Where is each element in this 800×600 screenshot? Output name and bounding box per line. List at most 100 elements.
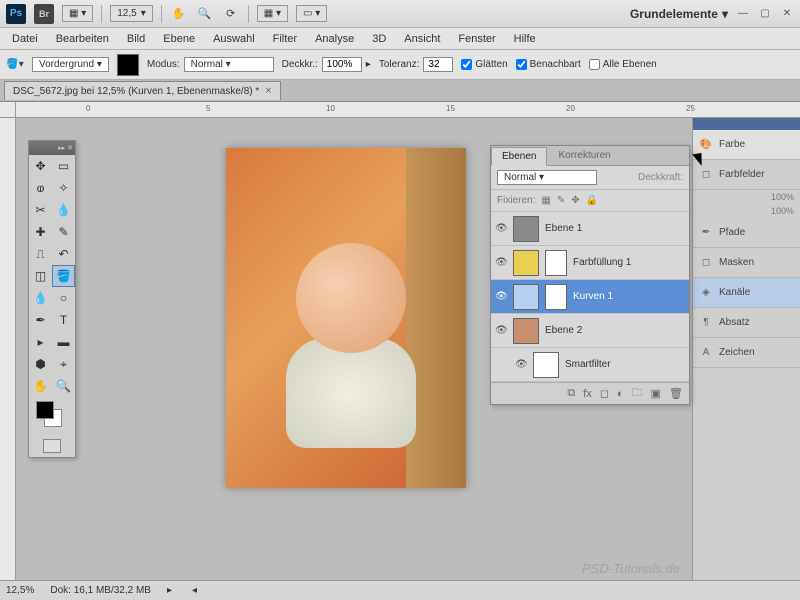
menu-auswahl[interactable]: Auswahl: [205, 30, 263, 48]
brush-tool[interactable]: ✎: [52, 221, 75, 243]
visibility-icon[interactable]: 👁: [495, 223, 507, 235]
layer-mask-thumbnail[interactable]: [545, 284, 567, 310]
layer-name[interactable]: Ebene 1: [545, 223, 582, 234]
bucket-tool[interactable]: 🪣: [52, 265, 75, 287]
layer-thumbnail[interactable]: [513, 284, 539, 310]
layer-blend-select[interactable]: Normal ▾: [497, 170, 597, 185]
dock-header[interactable]: [693, 118, 800, 130]
status-doc-size[interactable]: Dok: 16,1 MB/32,2 MB: [50, 585, 151, 596]
history-brush-tool[interactable]: ↶: [52, 243, 75, 265]
maximize-icon[interactable]: ▢: [758, 7, 772, 21]
lock-pixels-icon[interactable]: ✎: [557, 195, 565, 206]
dock-item-kanäle[interactable]: ◈Kanäle: [693, 278, 800, 308]
tab-ebenen[interactable]: Ebenen: [491, 147, 547, 166]
visibility-icon[interactable]: 👁: [495, 325, 507, 337]
dock-item-pfade[interactable]: ✒Pfade: [693, 218, 800, 248]
rotate-icon[interactable]: ⟳: [222, 5, 240, 23]
layer-name[interactable]: Kurven 1: [573, 291, 613, 302]
menu-filter[interactable]: Filter: [265, 30, 305, 48]
zoom-dropdown[interactable]: 12,5 ▾: [110, 5, 153, 22]
hand-tool[interactable]: ✋: [29, 375, 52, 397]
pattern-swatch[interactable]: [117, 54, 139, 76]
group-icon[interactable]: 🗀: [632, 384, 643, 403]
eyedropper-tool[interactable]: 💧: [52, 199, 75, 221]
close-icon[interactable]: ✕: [780, 7, 794, 21]
path-select-tool[interactable]: ▸: [29, 331, 52, 353]
3d-camera-tool[interactable]: ⌖: [52, 353, 75, 375]
zoom-tool[interactable]: 🔍: [52, 375, 75, 397]
dock-item-absatz[interactable]: ¶Absatz: [693, 308, 800, 338]
layer-name[interactable]: Ebene 2: [545, 325, 582, 336]
lock-transparency-icon[interactable]: ▦: [541, 195, 550, 206]
menu-ebene[interactable]: Ebene: [155, 30, 203, 48]
pen-tool[interactable]: ✒: [29, 309, 52, 331]
3d-tool[interactable]: ⬢: [29, 353, 52, 375]
tab-korrekturen[interactable]: Korrekturen: [547, 146, 621, 165]
document-canvas[interactable]: [226, 148, 466, 488]
opacity-input[interactable]: [322, 57, 362, 72]
layer-thumbnail[interactable]: [513, 318, 539, 344]
menu-bearbeiten[interactable]: Bearbeiten: [48, 30, 117, 48]
status-arrow-icon[interactable]: ▸: [167, 585, 172, 596]
visibility-icon[interactable]: 👁: [515, 359, 527, 371]
eraser-tool[interactable]: ◫: [29, 265, 52, 287]
dock-item-farbe[interactable]: 🎨Farbe: [693, 130, 800, 160]
menu-3d[interactable]: 3D: [364, 30, 394, 48]
toolbox-header[interactable]: ▸▸✕: [29, 141, 75, 155]
layer-mask-icon[interactable]: ◻: [600, 387, 609, 400]
wand-tool[interactable]: ✧: [52, 177, 75, 199]
antialias-checkbox[interactable]: Glätten: [461, 59, 507, 70]
photoshop-icon[interactable]: Ps: [6, 4, 26, 24]
fill-source-select[interactable]: Vordergrund ▾: [32, 57, 109, 72]
dock-item-farbfelder[interactable]: ◻Farbfelder: [693, 160, 800, 190]
layout-dropdown[interactable]: ▦ ▾: [62, 5, 93, 22]
status-zoom[interactable]: 12,5%: [6, 585, 34, 596]
blur-tool[interactable]: 💧: [29, 287, 52, 309]
layer-thumbnail[interactable]: [533, 352, 559, 378]
bridge-icon[interactable]: Br: [34, 4, 54, 24]
tab-close-icon[interactable]: ×: [265, 85, 271, 97]
adjustment-layer-icon[interactable]: ◐: [617, 388, 624, 400]
layer-thumbnail[interactable]: [513, 216, 539, 242]
blend-mode-select[interactable]: Normal ▾: [184, 57, 274, 72]
new-layer-icon[interactable]: ▣: [651, 387, 661, 400]
contiguous-checkbox[interactable]: Benachbart: [516, 59, 581, 70]
layer-fx-icon[interactable]: fx: [583, 388, 592, 400]
dock-item-zeichen[interactable]: AZeichen: [693, 338, 800, 368]
stamp-tool[interactable]: ⎍: [29, 243, 52, 265]
delete-layer-icon[interactable]: 🗑: [669, 387, 683, 400]
move-tool[interactable]: ✥: [29, 155, 52, 177]
all-layers-checkbox[interactable]: Alle Ebenen: [589, 59, 657, 70]
document-tab[interactable]: DSC_5672.jpg bei 12,5% (Kurven 1, Ebenen…: [4, 81, 281, 100]
vertical-ruler[interactable]: [0, 118, 16, 580]
workspace-switcher[interactable]: Grundelemente ▾: [630, 7, 728, 21]
menu-ansicht[interactable]: Ansicht: [396, 30, 448, 48]
visibility-icon[interactable]: 👁: [495, 291, 507, 303]
screen-mode-dropdown[interactable]: ▭ ▾: [296, 5, 327, 22]
arrange-dropdown[interactable]: ▦ ▾: [257, 5, 288, 22]
layer-row[interactable]: 👁 Farbfüllung 1: [491, 246, 689, 280]
dock-item-masken[interactable]: ◻Masken: [693, 248, 800, 278]
layer-row[interactable]: 👁 Kurven 1: [491, 280, 689, 314]
menu-hilfe[interactable]: Hilfe: [506, 30, 544, 48]
quickmask-toggle[interactable]: [43, 439, 61, 453]
lock-position-icon[interactable]: ✥: [571, 195, 579, 206]
layer-row[interactable]: 👁 Smartfilter: [491, 348, 689, 382]
hand-icon[interactable]: ✋: [170, 5, 188, 23]
dodge-tool[interactable]: ○: [52, 287, 75, 309]
horizontal-ruler[interactable]: 0 5 10 15 20 25: [16, 102, 800, 118]
minimize-icon[interactable]: —: [736, 7, 750, 21]
lock-all-icon[interactable]: 🔒: [586, 195, 598, 206]
healing-tool[interactable]: ✚: [29, 221, 52, 243]
bucket-tool-icon[interactable]: 🪣▾: [6, 56, 24, 74]
foreground-color[interactable]: [36, 401, 54, 419]
menu-fenster[interactable]: Fenster: [450, 30, 503, 48]
layer-mask-thumbnail[interactable]: [545, 250, 567, 276]
tolerance-input[interactable]: [423, 57, 453, 72]
menu-bild[interactable]: Bild: [119, 30, 153, 48]
marquee-tool[interactable]: ▭: [52, 155, 75, 177]
color-swatches[interactable]: [33, 401, 71, 431]
layer-row[interactable]: 👁 Ebene 1: [491, 212, 689, 246]
ruler-origin[interactable]: [0, 102, 16, 118]
visibility-icon[interactable]: 👁: [495, 257, 507, 269]
